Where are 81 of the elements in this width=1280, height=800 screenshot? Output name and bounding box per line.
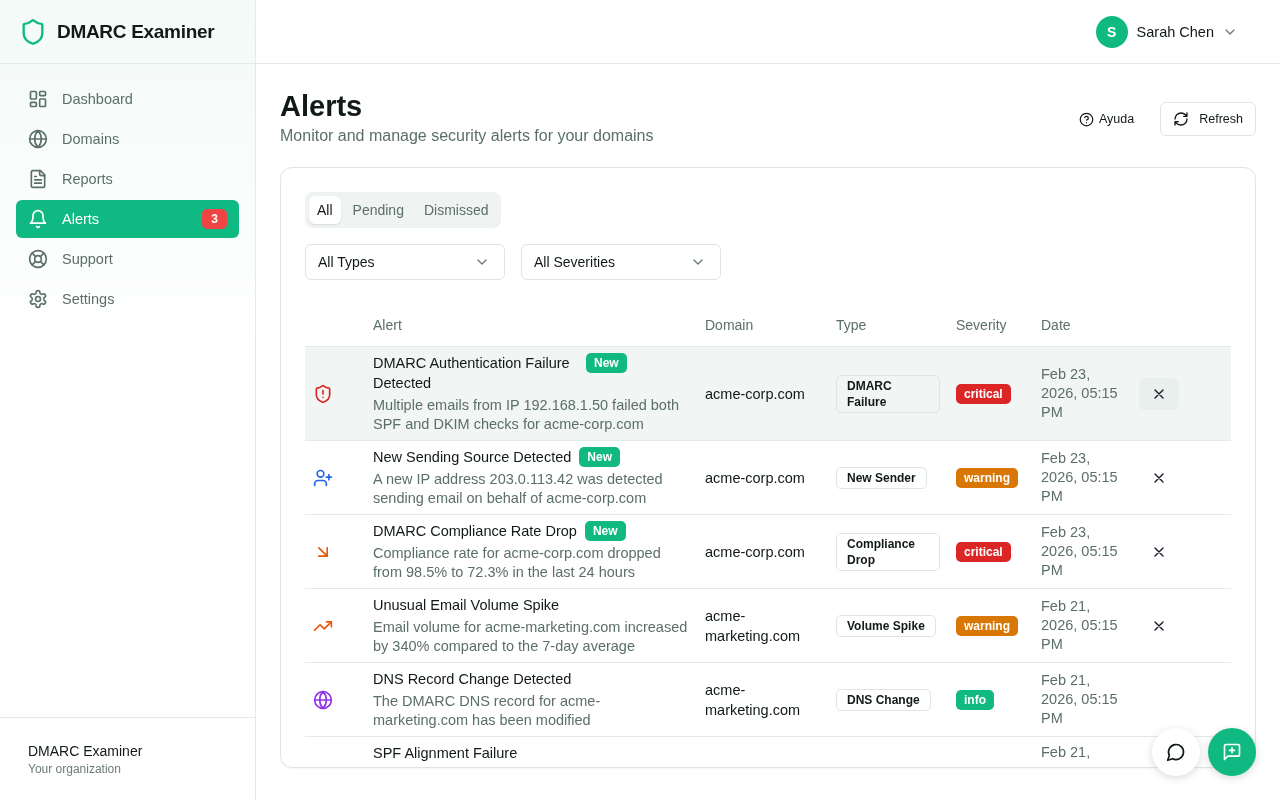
app-name: DMARC Examiner [57, 20, 215, 43]
filter-tab[interactable]: Pending [344, 196, 412, 224]
type-tag: New Sender [836, 466, 927, 489]
user-menu[interactable]: S Sarah Chen [1089, 14, 1244, 49]
domain-cell-text: acme-marketing.com [705, 680, 802, 720]
alert-row[interactable]: DMARC Compliance Rate Drop New Compliance rate for acme-corp.com dropped from 98.5% to 72.3% in the last 24 hours acme-corp.com Compliance Drop critical Feb 23, 2026, 05:15 PM [305, 515, 1139, 588]
filter-dropdown[interactable]: All Severities [521, 244, 721, 280]
user-plus-icon [313, 467, 333, 488]
lifebuoy-icon [28, 249, 48, 269]
type-tag: Volume Spike [836, 614, 936, 637]
sidebar-item[interactable]: Settings [16, 280, 239, 318]
new-badge: New [584, 521, 626, 541]
alert-description: A new IP address 203.0.113.42 was detected sending email on behalf of acme-corp.com [373, 470, 664, 508]
sidebar-item[interactable]: Domains [16, 120, 239, 158]
settings-icon [28, 289, 48, 309]
alert-title: DNS Record Change Detected [373, 670, 572, 689]
shield-alert-icon [313, 383, 333, 404]
dismiss-button[interactable] [1139, 377, 1179, 410]
date-cell-text: Feb 23, 2026, 05:15 PM [1041, 523, 1119, 580]
domain-cell-text: acme-corp.com [705, 384, 806, 404]
domain-cell-text: acme-corp.com [705, 542, 806, 562]
column-header: Type [836, 317, 868, 333]
date-cell-text: Feb 23, 2026, 05:15 PM [1041, 365, 1119, 422]
type-tag: Compliance Drop [836, 532, 940, 571]
avatar: S [1095, 15, 1128, 48]
alert-title: New Sending Source Detected [373, 448, 572, 467]
refresh-icon [1173, 111, 1190, 127]
message-plus-icon [1222, 742, 1242, 762]
type-tag: DMARC Failure [836, 374, 940, 413]
dashboard-icon [28, 89, 48, 109]
help-button[interactable]: Ayuda [1073, 110, 1141, 128]
sidebar-item[interactable]: Alerts 3 [16, 200, 239, 238]
severity-badge: critical [956, 383, 1011, 404]
chat-button[interactable] [1152, 728, 1200, 776]
severity-badge: critical [956, 541, 1011, 562]
sidebar-item[interactable]: Dashboard [16, 80, 239, 118]
alert-row[interactable]: DNS Record Change Detected The DMARC DNS record for acme-marketing.com has been modified acme-marketing.com DNS Change info Feb 21, 2026, 05:15 PM [305, 663, 1139, 736]
page-subtitle: Monitor and manage security alerts for your domains [280, 127, 654, 145]
page-title: Alerts [280, 90, 364, 123]
new-badge: New [586, 353, 627, 373]
filter-tab[interactable]: All [309, 196, 341, 224]
severity-badge: warning [956, 615, 1018, 636]
count-badge: 3 [202, 209, 227, 229]
globe-icon [28, 129, 48, 149]
date-cell-text: Feb 23, 2026, 05:15 PM [1041, 449, 1119, 506]
alert-description: Multiple emails from IP 192.168.1.50 failed both SPF and DKIM checks for acme-corp.com [373, 396, 681, 434]
alert-row[interactable]: New Sending Source Detected New A new IP address 203.0.113.42 was detected sending email on behalf of acme-corp.com acme-corp.com New Sender warning Feb 23, 2026, 05:15 PM [305, 441, 1139, 514]
column-header: Severity [956, 317, 1008, 333]
organization-subtitle: Your organization [28, 762, 122, 776]
chat-bubble-icon [1166, 742, 1186, 762]
filter-tab[interactable]: Dismissed [415, 196, 497, 224]
organization-name: DMARC Examiner [28, 743, 144, 759]
alert-title: DMARC Compliance Rate Drop [373, 522, 577, 541]
filter-dropdown[interactable]: All Types [305, 244, 505, 280]
new-message-button[interactable] [1208, 728, 1256, 776]
alert-title: SPF Alignment Failure [373, 744, 519, 763]
column-header: Domain [705, 317, 755, 333]
domain-cell-text: acme-marketing.com [705, 606, 802, 646]
alert-description: Compliance rate for acme-corp.com dropped from 98.5% to 72.3% in the last 24 hours [373, 544, 662, 582]
new-badge: New [579, 447, 620, 467]
alert-description: The DMARC DNS record for acme-marketing.com has been modified [373, 692, 602, 730]
domain-cell-text: acme-corp.com [705, 468, 806, 488]
sidebar-item[interactable]: Support [16, 240, 239, 278]
date-cell-text: Feb 21, 2026, 05:15 PM [1041, 671, 1119, 728]
document-icon [28, 169, 48, 189]
globe-icon [313, 689, 333, 710]
type-tag: DNS Change [836, 688, 931, 711]
column-header: Date [1041, 317, 1072, 333]
alert-title: DMARC Authentication Failure Detected [373, 354, 571, 393]
severity-badge: info [956, 689, 994, 710]
alert-description: Email volume for acme-marketing.com increased by 340% compared to the 7-day average [373, 618, 689, 656]
refresh-button[interactable]: Refresh [1160, 102, 1256, 136]
date-cell-text: Feb 21, 2026, 05:15 PM [1041, 597, 1119, 654]
alert-title: Unusual Email Volume Spike [373, 596, 560, 615]
severity-badge: warning [956, 467, 1018, 488]
sidebar-item[interactable]: Reports [16, 160, 239, 198]
help-icon [1079, 111, 1094, 127]
date-cell-text: Feb 21, [1041, 743, 1092, 762]
alert-row[interactable]: Unusual Email Volume Spike Email volume for acme-marketing.com increased by 340% compared to the 7-day average acme-marketing.com Volume Spike warning Feb 21, 2026, 05:15 PM [305, 589, 1139, 662]
bell-icon [28, 209, 48, 229]
column-header: Alert [373, 317, 403, 333]
